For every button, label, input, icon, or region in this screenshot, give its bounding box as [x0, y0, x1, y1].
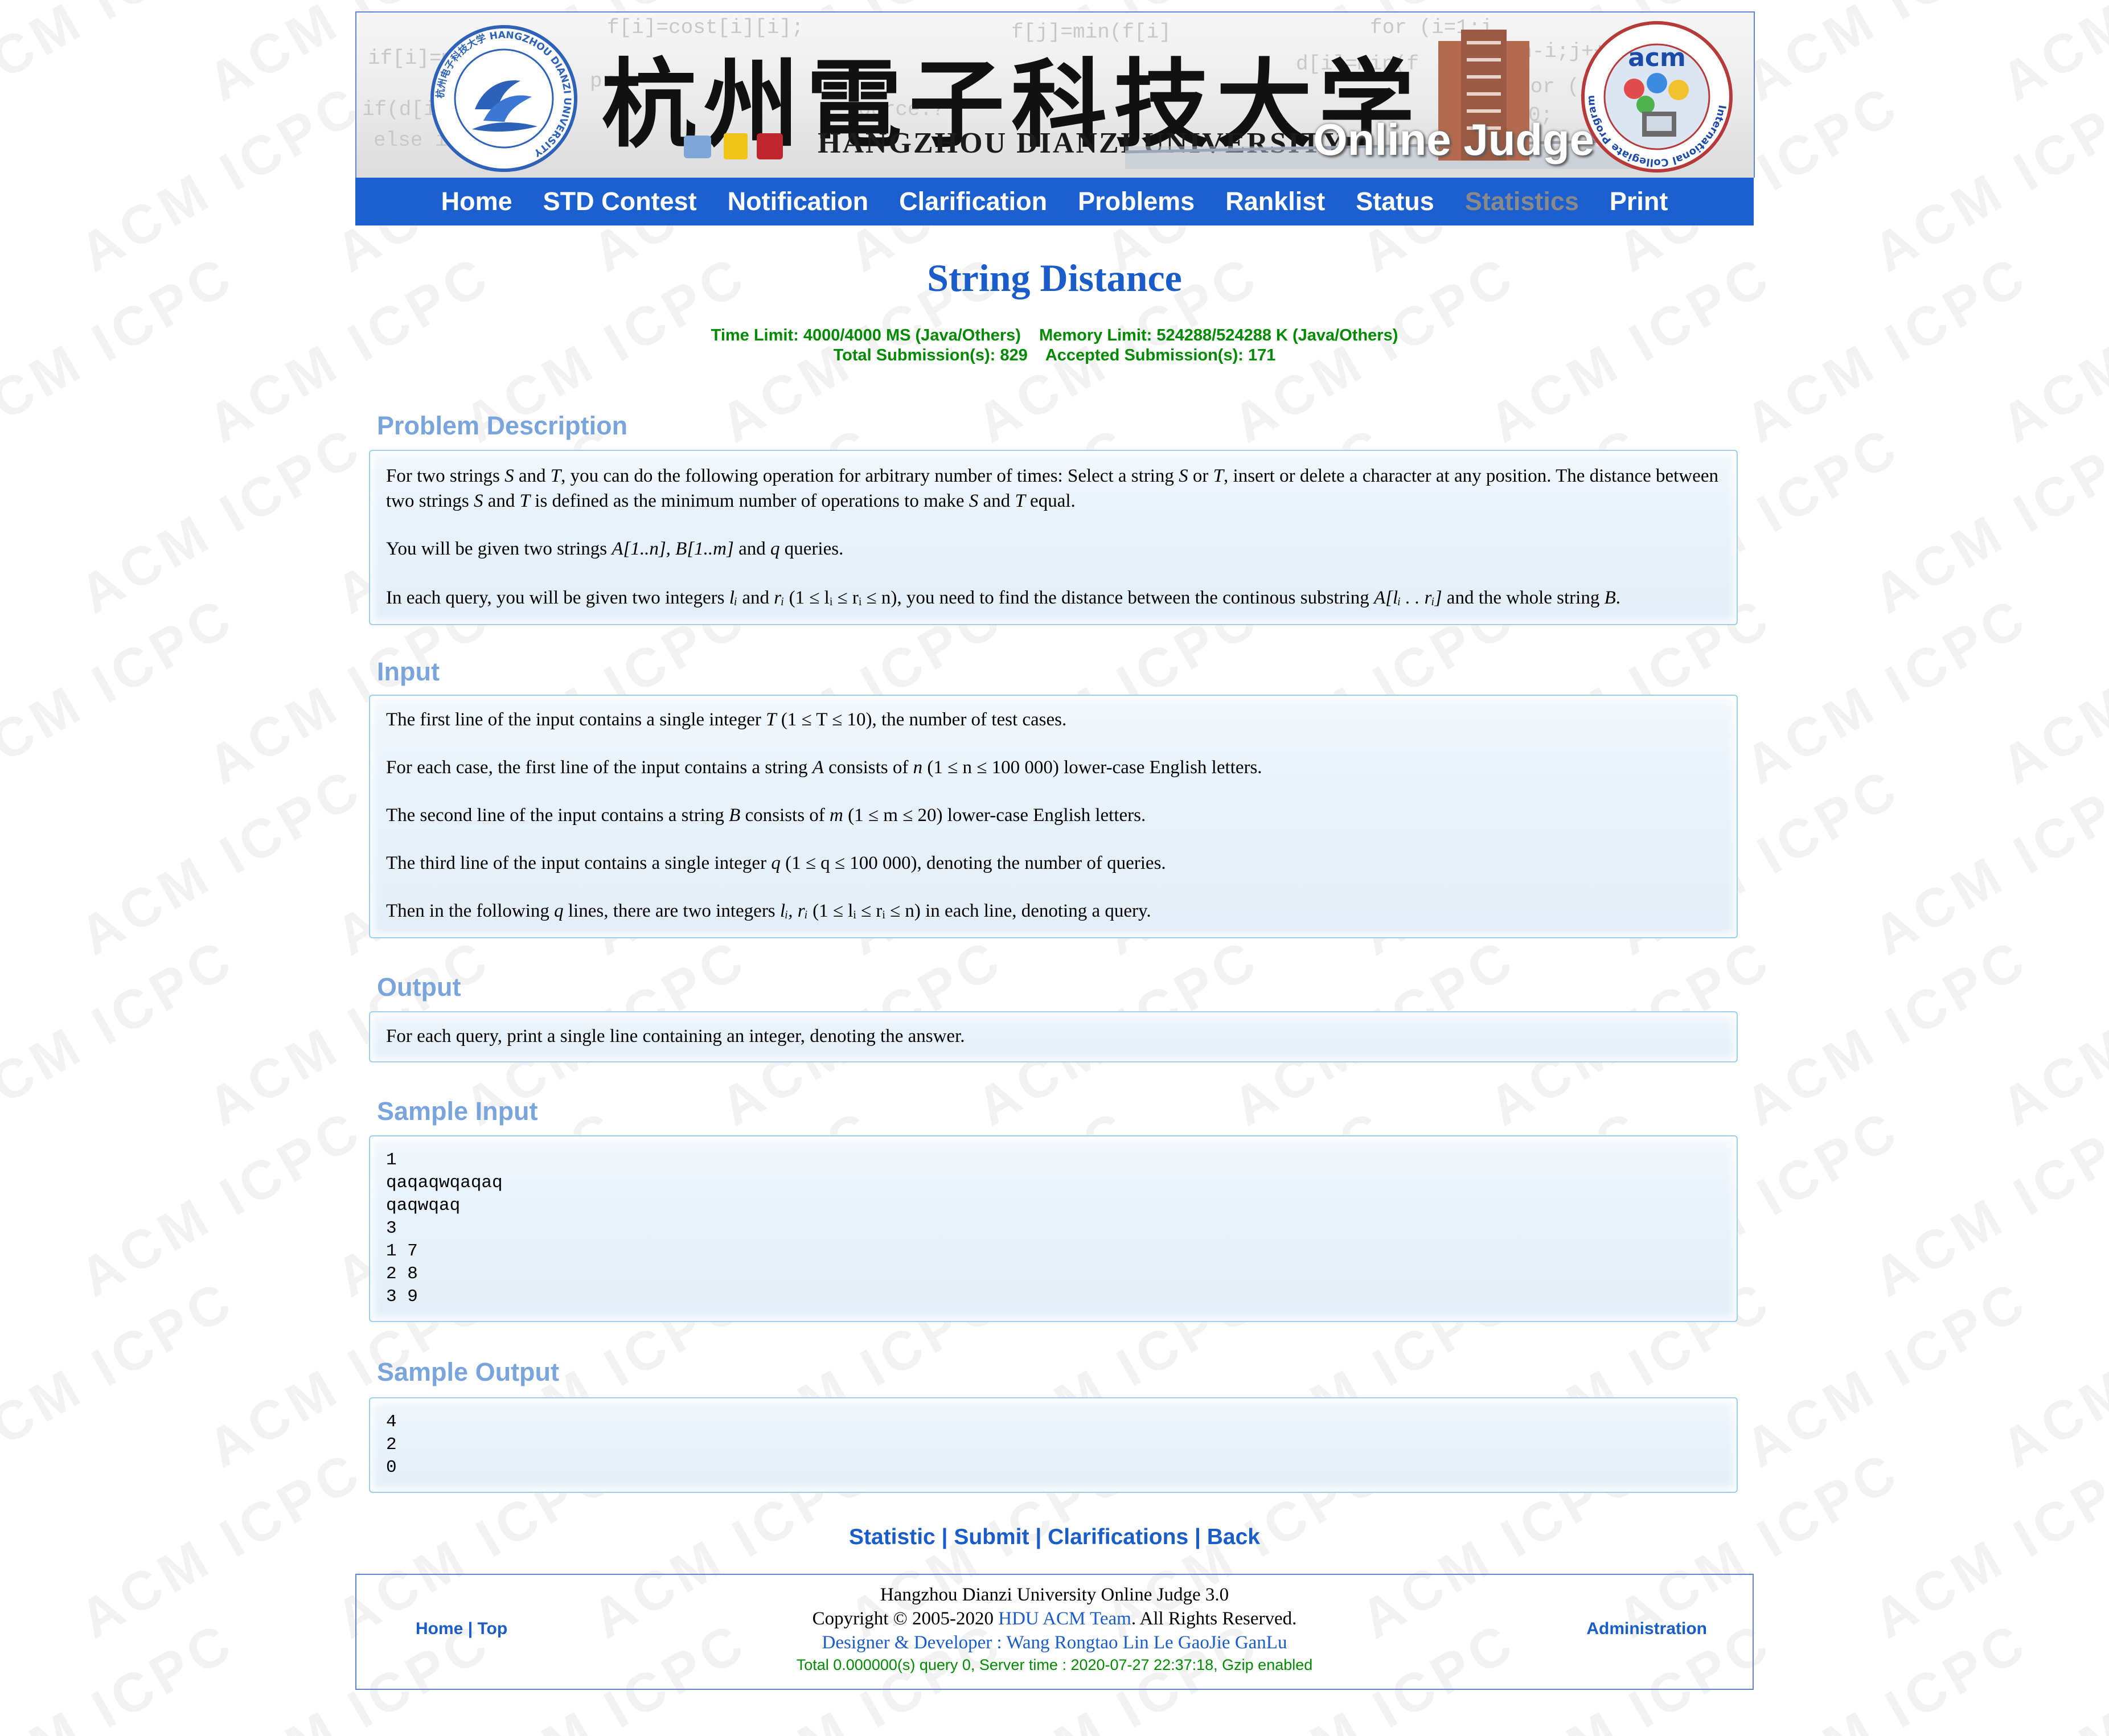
watermark-text: ACM ICPC [1991, 0, 2109, 113]
section-title-sample-output: Sample Output [377, 1357, 560, 1386]
watermark-text: ACM ICPC [1991, 585, 2109, 796]
watermark-text: ACM ICPC [1991, 1610, 2109, 1736]
input-line: The third line of the input contains a s… [386, 853, 1166, 873]
watermark-text: ACM ICPC [0, 1610, 245, 1736]
watermark-text: ACM ICPC [69, 756, 374, 967]
section-title-sample-input: Sample Input [377, 1097, 538, 1126]
output-text: For each query, print a single line cont… [386, 1026, 965, 1046]
description-paragraph: You will be given two strings A[1..n], B… [386, 539, 844, 559]
watermark-text: ACM ICPC [69, 414, 374, 625]
watermark-text: ACM ICPC [1863, 73, 2109, 284]
sample-input-panel: 1 qaqaqwqaqaq qaqwqaq 3 1 7 2 8 3 9 [369, 1135, 1738, 1322]
footer-info: Hangzhou Dianzi University Online Judge … [356, 1583, 1753, 1675]
watermark-text: ACM ICPC [69, 73, 374, 284]
input-line: For each case, the first line of the inp… [386, 757, 1262, 778]
limits-time-memory: Time Limit: 4000/4000 MS (Java/Others) M… [711, 326, 1398, 344]
watermark-text: ACM ICPC [1735, 1269, 2039, 1479]
clarifications-link[interactable]: Clarifications [1048, 1525, 1188, 1549]
problem-limits: Time Limit: 4000/4000 MS (Java/Others) M… [355, 326, 1754, 366]
watermark-text: ACM ICPC [1735, 244, 2039, 454]
watermark-text: ACM ICPC [1991, 1269, 2109, 1479]
watermark-text: ACM ICPC [1863, 756, 2109, 967]
watermark-text: ACM ICPC [1735, 1610, 2039, 1736]
section-title-input: Input [377, 657, 440, 686]
footer-designers: Designer & Developer : Wang Rongtao Lin … [822, 1632, 1287, 1653]
sample-output-text[interactable]: 4 2 0 [386, 1411, 1721, 1479]
decorative-icons [684, 133, 783, 159]
nav-status[interactable]: Status [1356, 187, 1434, 216]
watermark-text: ACM ICPC [0, 927, 245, 1138]
watermark-text: ACM ICPC [0, 0, 245, 113]
watermark-text: ACM ICPC [69, 1439, 374, 1650]
footer-copyright: Copyright © 2005-2020 HDU ACM Team. All … [812, 1608, 1297, 1629]
hdu-acm-team-link[interactable]: HDU ACM Team [998, 1608, 1131, 1629]
input-line: Then in the following q lines, there are… [386, 901, 1151, 921]
problem-actions: Statistic | Submit | Clarifications | Ba… [849, 1525, 1260, 1549]
section-title-output: Output [377, 972, 461, 1002]
nav-statistics[interactable]: Statistics [1465, 187, 1579, 216]
hdu-logo: 杭州电子科技大学 HANGZHOU DIANZI UNIVERSITY [430, 25, 577, 172]
section-title-description: Problem Description [377, 411, 628, 440]
watermark-text: ACM ICPC [1863, 1098, 2109, 1308]
problem-title: String Distance [927, 256, 1182, 299]
watermark-text: ACM ICPC [1735, 0, 2039, 113]
nav-std-contest[interactable]: STD Contest [543, 187, 697, 216]
footer: Home | Top Hangzhou Dianzi University On… [355, 1574, 1754, 1690]
nav-problems[interactable]: Problems [1078, 187, 1195, 216]
watermark-text: ACM ICPC [0, 585, 245, 796]
output-panel: For each query, print a single line cont… [369, 1011, 1738, 1062]
watermark-text: ACM ICPC [0, 244, 245, 454]
administration-link[interactable]: Administration [1586, 1619, 1707, 1639]
watermark-text: ACM ICPC [1991, 927, 2109, 1138]
limits-submissions: Total Submission(s): 829 Accepted Submis… [833, 346, 1276, 364]
nav-ranklist[interactable]: Ranklist [1225, 187, 1325, 216]
header-banner: f[i]=cost[i][i]; for (i=1;i i=n-i;j++) f… [355, 11, 1755, 178]
watermark-text: ACM ICPC [69, 1098, 374, 1308]
statistic-link[interactable]: Statistic [849, 1525, 935, 1549]
input-panel: The first line of the input contains a s… [369, 695, 1738, 938]
footer-server-time: Total 0.000000(s) query 0, Server time :… [796, 1656, 1313, 1673]
online-judge-label: Online Judge [1313, 114, 1595, 165]
watermark-text: ACM ICPC [1735, 585, 2039, 796]
acm-icpc-logo: International Collegiate Programming Con… [1579, 19, 1733, 173]
watermark-text: ACM ICPC [1863, 1439, 2109, 1650]
submit-link[interactable]: Submit [954, 1525, 1029, 1549]
back-link[interactable]: Back [1207, 1525, 1260, 1549]
sample-output-panel: 4 2 0 [369, 1397, 1738, 1493]
watermark-text: ACM ICPC [1735, 927, 2039, 1138]
nav-clarification[interactable]: Clarification [899, 187, 1047, 216]
description-paragraph: For two strings S and T, you can do the … [386, 466, 1718, 511]
page: f[i]=cost[i][i]; for (i=1;i i=n-i;j++) f… [355, 11, 1755, 1690]
nav-print[interactable]: Print [1610, 187, 1668, 216]
watermark-text: ACM ICPC [1991, 244, 2109, 454]
sample-input-text[interactable]: 1 qaqaqwqaqaq qaqwqaq 3 1 7 2 8 3 9 [386, 1149, 1721, 1308]
svg-text:acm: acm [1628, 43, 1686, 72]
description-paragraph: In each query, you will be given two int… [386, 588, 1620, 608]
watermark-text: ACM ICPC [1863, 414, 2109, 625]
description-panel: For two strings S and T, you can do the … [369, 450, 1738, 625]
main-nav: Home STD Contest Notification Clarificat… [355, 178, 1754, 225]
input-line: The first line of the input contains a s… [386, 709, 1067, 730]
input-line: The second line of the input contains a … [386, 805, 1146, 826]
nav-notification[interactable]: Notification [728, 187, 868, 216]
nav-home[interactable]: Home [441, 187, 512, 216]
watermark-text: ACM ICPC [0, 1269, 245, 1479]
footer-oj-version: Hangzhou Dianzi University Online Judge … [880, 1585, 1229, 1605]
